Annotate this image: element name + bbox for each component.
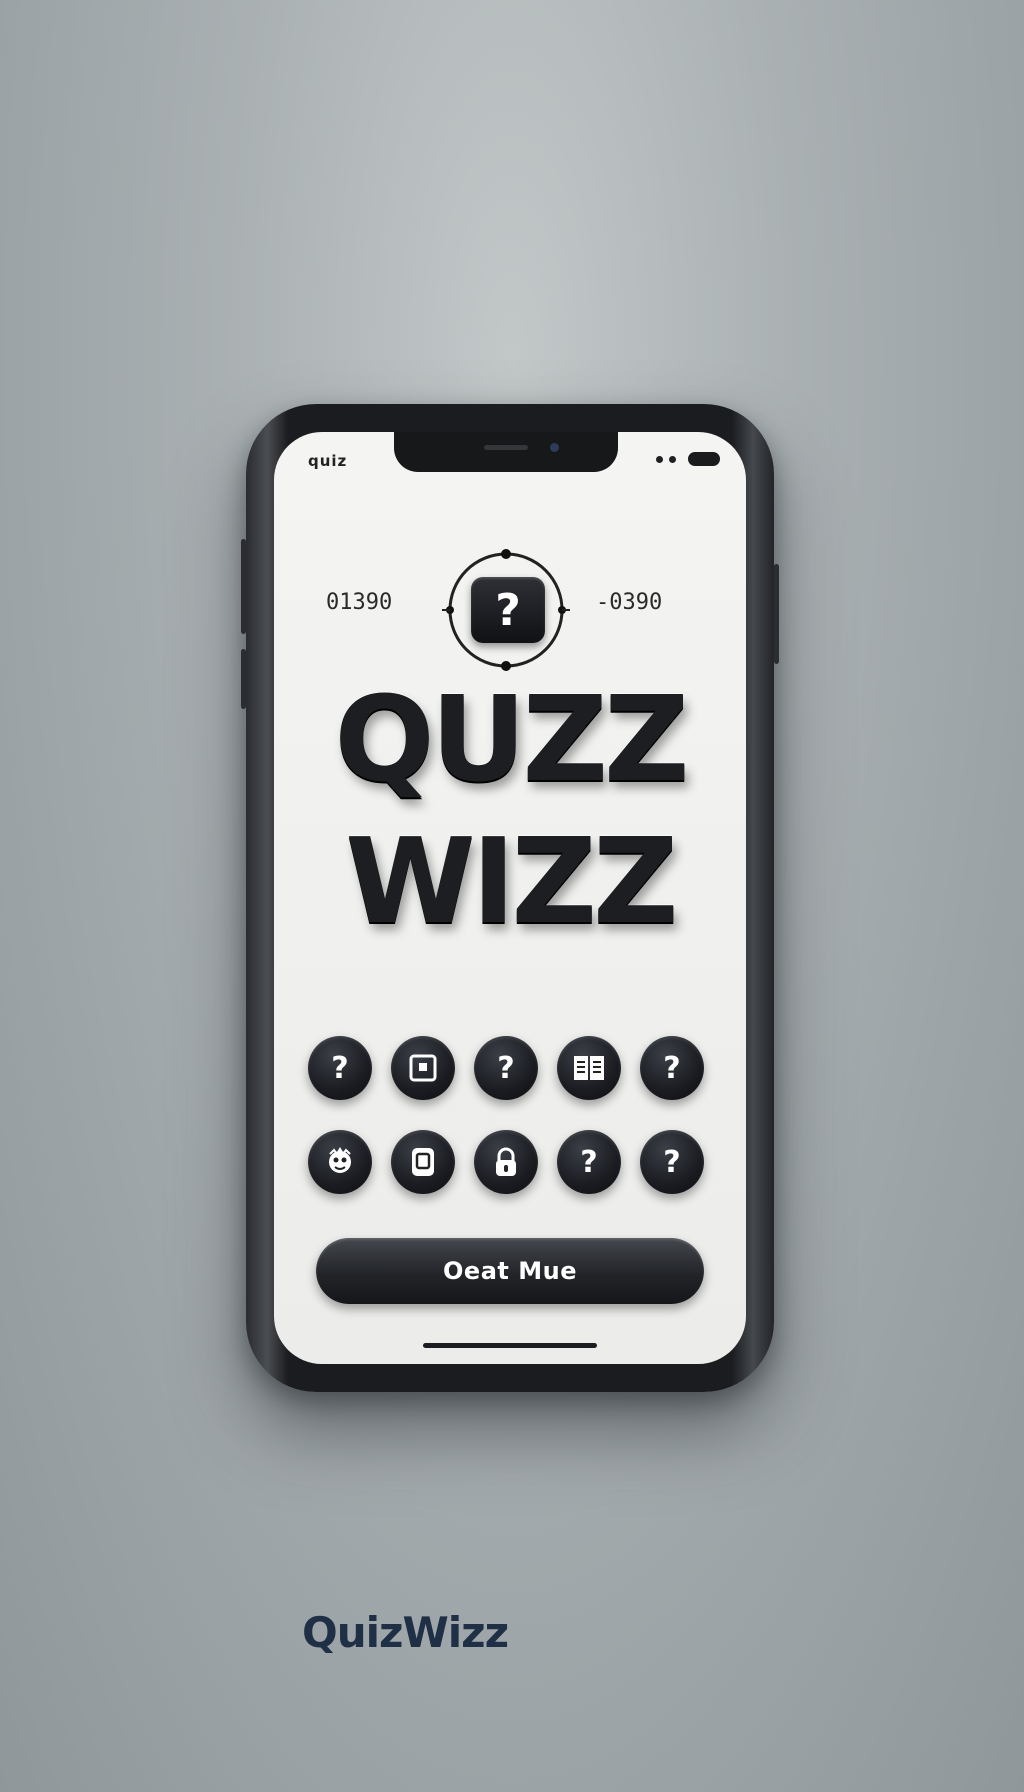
notch <box>394 432 618 472</box>
title-line-2: WIZZ <box>345 812 678 950</box>
question-mark-icon[interactable]: ? <box>474 1036 538 1100</box>
lock-icon[interactable] <box>474 1130 538 1194</box>
timer-left-value: 01390 <box>326 590 393 615</box>
timer-row: 01390 ? -0390 <box>274 532 746 672</box>
character-icon-graphic <box>329 1147 351 1173</box>
signal-dot-icon <box>669 455 676 463</box>
front-camera <box>550 443 559 452</box>
book-icon-graphic <box>574 1056 604 1080</box>
battery-icon <box>688 452 720 466</box>
question-mark-icon[interactable]: ? <box>308 1036 372 1100</box>
category-icon-grid: ? ? ? ? ? <box>308 1036 712 1194</box>
question-mark-icon[interactable]: ? <box>557 1130 621 1194</box>
app-screen: quiz 01390 ? -0390 QUZZ WIZZ ? ? ? ? ? O… <box>274 432 746 1364</box>
title-line-1: QUZZ <box>334 670 689 808</box>
question-mark-icon[interactable]: ? <box>471 577 545 643</box>
lock-icon-graphic <box>496 1147 516 1176</box>
question-mark-icon[interactable]: ? <box>640 1130 704 1194</box>
character-icon[interactable] <box>308 1130 372 1194</box>
timer-right-value: -0390 <box>596 590 663 615</box>
brand-logo-text: QuizWizz <box>302 1608 509 1657</box>
home-indicator[interactable] <box>423 1343 597 1348</box>
volume-down-button <box>241 649 246 709</box>
book-icon[interactable] <box>557 1036 621 1100</box>
document-icon-graphic <box>412 1148 434 1176</box>
start-button[interactable]: Oeat Mue <box>316 1238 704 1304</box>
document-icon[interactable] <box>391 1130 455 1194</box>
flag-icon-graphic <box>409 1054 437 1082</box>
flag-icon[interactable] <box>391 1036 455 1100</box>
phone-device: quiz 01390 ? -0390 QUZZ WIZZ ? ? ? ? ? O… <box>241 404 779 1392</box>
signal-dot-icon <box>656 455 663 463</box>
question-mark-icon[interactable]: ? <box>640 1036 704 1100</box>
status-bar-icons <box>656 452 720 466</box>
speaker-grille <box>484 445 528 450</box>
status-bar-label: quiz <box>308 452 348 470</box>
volume-up-button <box>241 539 246 634</box>
power-button <box>774 564 779 664</box>
